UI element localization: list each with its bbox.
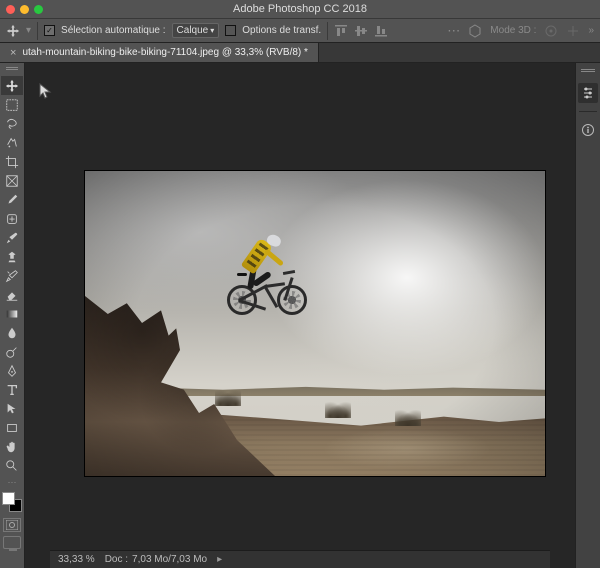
quick-mask-button[interactable] xyxy=(3,518,21,532)
panel-collapse-icon[interactable]: » xyxy=(588,25,594,36)
3d-mode-icon xyxy=(468,24,482,38)
color-swatches[interactable] xyxy=(2,492,22,512)
cursor-icon xyxy=(39,83,53,102)
canvas-area[interactable]: 33,33 % Doc : 7,03 Mo/7,03 Mo ▸ xyxy=(25,63,575,568)
doc-size-label: Doc : xyxy=(105,554,128,565)
brush-tool[interactable] xyxy=(1,228,23,247)
hand-tool[interactable] xyxy=(1,437,23,456)
pen-tool[interactable] xyxy=(1,361,23,380)
document-tab[interactable]: × utah-mountain-biking-bike-biking-71104… xyxy=(0,43,319,62)
right-panel-dock xyxy=(575,63,600,568)
crop-tool[interactable] xyxy=(1,152,23,171)
screen-mode-button[interactable] xyxy=(3,536,21,549)
zoom-tool[interactable] xyxy=(1,456,23,475)
orbit-icon[interactable] xyxy=(544,24,558,38)
lasso-tool[interactable] xyxy=(1,114,23,133)
window-titlebar: Adobe Photoshop CC 2018 xyxy=(0,0,600,18)
status-flyout-icon[interactable]: ▸ xyxy=(217,554,222,565)
history-brush-tool[interactable] xyxy=(1,266,23,285)
doc-size-value: 7,03 Mo/7,03 Mo xyxy=(132,554,207,565)
foreground-swatch[interactable] xyxy=(2,492,15,505)
auto-select-checkbox[interactable]: ✓ xyxy=(44,25,55,36)
panel-grip[interactable] xyxy=(5,67,19,73)
layer-dropdown[interactable]: Calque ▾ xyxy=(172,23,220,38)
clone-stamp-tool[interactable] xyxy=(1,247,23,266)
pan-3d-icon[interactable] xyxy=(566,24,580,38)
document-canvas[interactable] xyxy=(85,171,545,476)
tool-overflow-icon[interactable]: ⋯ xyxy=(8,477,17,488)
transform-options-label: Options de transf. xyxy=(242,25,321,36)
gradient-tool[interactable] xyxy=(1,304,23,323)
align-top-icon[interactable] xyxy=(334,24,348,38)
window-maximize-button[interactable] xyxy=(34,5,43,14)
options-bar: ▾ ✓ Sélection automatique : Calque ▾ Opt… xyxy=(0,18,600,43)
adjustments-panel-icon[interactable] xyxy=(578,83,598,103)
path-select-tool[interactable] xyxy=(1,399,23,418)
auto-select-label: Sélection automatique : xyxy=(61,25,166,36)
panel-grip[interactable] xyxy=(581,69,595,75)
layer-dropdown-value: Calque xyxy=(177,25,209,36)
quick-select-tool[interactable] xyxy=(1,133,23,152)
info-panel-icon[interactable] xyxy=(578,120,598,140)
frame-tool[interactable] xyxy=(1,171,23,190)
document-tabbar: × utah-mountain-biking-bike-biking-71104… xyxy=(0,43,600,63)
rectangle-tool[interactable] xyxy=(1,418,23,437)
mode3d-label: Mode 3D : xyxy=(490,25,536,36)
blur-tool[interactable] xyxy=(1,323,23,342)
zoom-level[interactable]: 33,33 % xyxy=(58,554,95,565)
move-tool[interactable] xyxy=(1,76,23,95)
healing-brush-tool[interactable] xyxy=(1,209,23,228)
tools-panel: ⋯ xyxy=(0,63,25,568)
window-minimize-button[interactable] xyxy=(20,5,29,14)
ellipsis-icon[interactable]: ⋯ xyxy=(447,23,460,39)
type-tool[interactable] xyxy=(1,380,23,399)
align-bottom-icon[interactable] xyxy=(374,24,388,38)
status-bar: 33,33 % Doc : 7,03 Mo/7,03 Mo ▸ xyxy=(50,550,550,568)
window-close-button[interactable] xyxy=(6,5,15,14)
transform-options-checkbox[interactable] xyxy=(225,25,236,36)
align-vcenter-icon[interactable] xyxy=(354,24,368,38)
dodge-tool[interactable] xyxy=(1,342,23,361)
image-vignette xyxy=(85,171,545,476)
eraser-tool[interactable] xyxy=(1,285,23,304)
window-title: Adobe Photoshop CC 2018 xyxy=(0,3,600,15)
document-tab-title: utah-mountain-biking-bike-biking-71104.j… xyxy=(22,47,308,58)
move-tool-icon xyxy=(6,24,20,38)
marquee-tool[interactable] xyxy=(1,95,23,114)
close-tab-icon[interactable]: × xyxy=(10,47,16,59)
eyedropper-tool[interactable] xyxy=(1,190,23,209)
